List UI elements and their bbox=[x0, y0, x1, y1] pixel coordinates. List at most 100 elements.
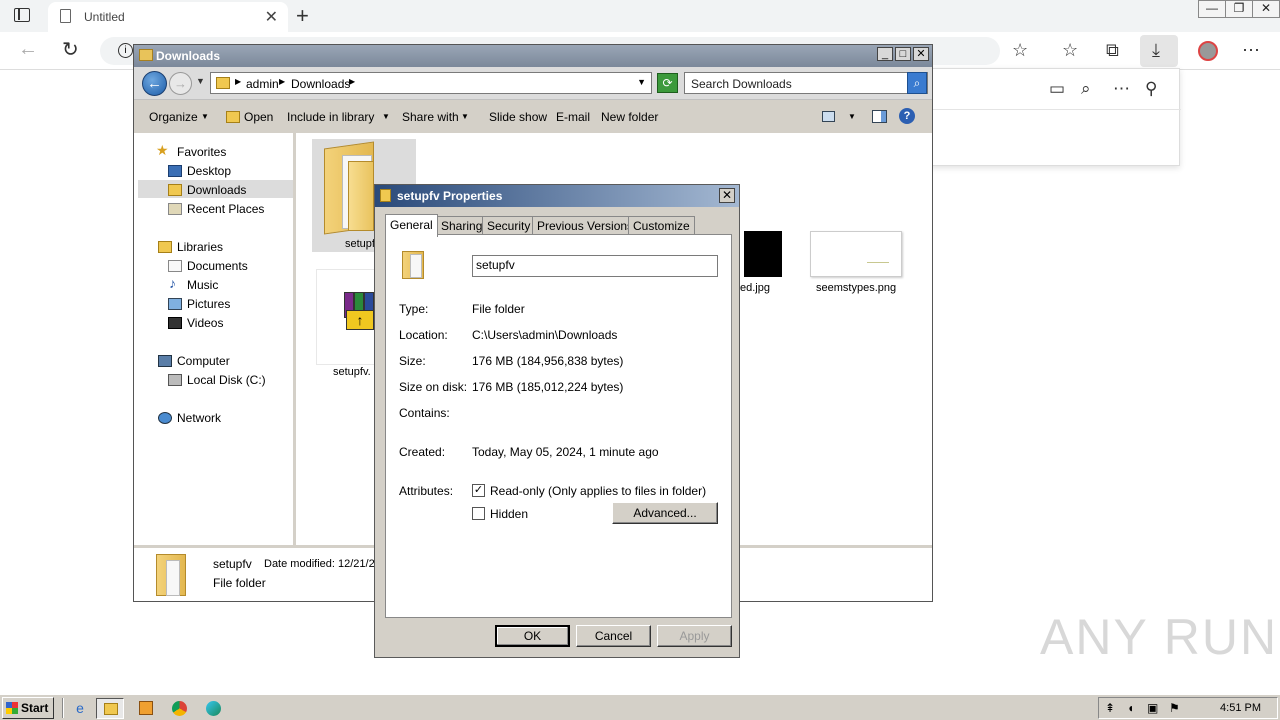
downloads-flyout: ▭ ⌕ ⋯ ⚲ bbox=[930, 68, 1181, 166]
nav-downloads[interactable]: Downloads bbox=[187, 183, 246, 197]
search-input[interactable]: Search Downloads ⌕ bbox=[684, 72, 928, 94]
advanced-button[interactable]: Advanced... bbox=[612, 502, 718, 524]
hidden-label[interactable]: Hidden bbox=[490, 507, 528, 521]
show-hidden-icons-icon[interactable]: ⇞ bbox=[1105, 701, 1115, 715]
help-icon[interactable]: ? bbox=[899, 108, 915, 124]
more-options-icon[interactable]: ⋯ bbox=[1113, 79, 1130, 99]
folder-name-field[interactable]: setupfv bbox=[472, 255, 718, 277]
collections-icon[interactable]: ⧉ bbox=[1106, 40, 1119, 61]
chevron-down-icon[interactable]: ▼ bbox=[382, 112, 390, 121]
file-name-archive[interactable]: setupfv. bbox=[333, 366, 371, 378]
open-button[interactable]: Open bbox=[244, 110, 273, 124]
tab-security[interactable]: Security bbox=[482, 216, 536, 235]
pin-icon[interactable]: ⚲ bbox=[1145, 79, 1157, 99]
more-icon[interactable]: ⋯ bbox=[1242, 40, 1260, 61]
nav-libraries[interactable]: Libraries bbox=[177, 240, 223, 254]
edge-icon[interactable] bbox=[200, 698, 228, 719]
back-button[interactable]: ← bbox=[142, 71, 167, 96]
file-name-jpg[interactable]: ed.jpg bbox=[740, 282, 770, 294]
chevron-down-icon[interactable]: ▼ bbox=[848, 112, 856, 121]
downloads-button[interactable]: ⤓ bbox=[1140, 35, 1178, 67]
share-with-button[interactable]: Share with bbox=[402, 110, 459, 124]
chrome-icon[interactable] bbox=[166, 698, 194, 719]
nav-network[interactable]: Network bbox=[177, 411, 221, 425]
favorites-icon[interactable]: ☆ bbox=[1062, 40, 1078, 61]
breadcrumb-admin[interactable]: admin bbox=[246, 77, 279, 91]
email-button[interactable]: E-mail bbox=[556, 110, 590, 124]
breadcrumb-downloads[interactable]: Downloads bbox=[291, 77, 350, 91]
slide-show-button[interactable]: Slide show bbox=[489, 110, 547, 124]
close-button[interactable]: ✕ bbox=[719, 188, 735, 203]
chevron-right-icon[interactable]: ▶ bbox=[235, 77, 241, 86]
refresh-button[interactable]: ⟳ bbox=[657, 73, 678, 93]
file-name-folder[interactable]: setupf bbox=[345, 238, 375, 250]
start-button[interactable]: Start bbox=[2, 697, 54, 719]
tab-customize[interactable]: Customize bbox=[628, 216, 695, 235]
add-favorite-icon[interactable]: ☆ bbox=[1012, 40, 1028, 61]
address-dropdown-icon[interactable]: ▼ bbox=[637, 77, 646, 87]
tab-general[interactable]: General bbox=[385, 214, 438, 237]
action-center-flag-icon[interactable]: ⚑ bbox=[1169, 701, 1180, 715]
close-tab-icon[interactable]: ✕ bbox=[265, 7, 278, 27]
chevron-down-icon[interactable]: ▼ bbox=[461, 112, 469, 121]
tab-previous-versions[interactable]: Previous Versions bbox=[532, 216, 639, 235]
archive-file-item[interactable]: ↑ bbox=[316, 269, 378, 365]
nav-documents[interactable]: Documents bbox=[187, 259, 248, 273]
restore-button[interactable]: ❐ bbox=[1225, 0, 1253, 18]
dialog-title: setupfv Properties bbox=[397, 189, 503, 203]
nav-local-disk[interactable]: Local Disk (C:) bbox=[187, 373, 266, 387]
nav-music[interactable]: Music bbox=[187, 278, 218, 292]
file-name-png[interactable]: seemstypes.png bbox=[816, 282, 896, 294]
change-view-icon[interactable] bbox=[822, 111, 835, 122]
nav-computer[interactable]: Computer bbox=[177, 354, 230, 368]
minimize-button[interactable]: — bbox=[1198, 0, 1226, 18]
info-icon[interactable]: i bbox=[118, 43, 133, 58]
profile-avatar[interactable] bbox=[1198, 41, 1218, 61]
new-folder-button[interactable]: New folder bbox=[601, 110, 658, 124]
media-player-icon[interactable] bbox=[132, 698, 160, 719]
apply-button[interactable]: Apply bbox=[657, 625, 732, 647]
ok-button[interactable]: OK bbox=[495, 625, 570, 647]
network-status-icon[interactable]: ▣ bbox=[1147, 701, 1158, 715]
nav-pictures[interactable]: Pictures bbox=[187, 297, 230, 311]
speaker-icon[interactable]: ◖ bbox=[1127, 701, 1134, 715]
tab-actions-icon[interactable] bbox=[14, 8, 30, 22]
readonly-checkbox[interactable]: ✓ bbox=[472, 484, 485, 497]
tab-sharing[interactable]: Sharing bbox=[436, 216, 488, 235]
maximize-button[interactable]: □ bbox=[895, 47, 911, 61]
image-thumbnail[interactable] bbox=[744, 231, 782, 277]
search-icon[interactable]: ⌕ bbox=[907, 72, 927, 94]
hidden-checkbox[interactable] bbox=[472, 507, 485, 520]
explorer-titlebar[interactable]: Downloads _ □ ✕ bbox=[134, 45, 932, 67]
image-thumbnail[interactable] bbox=[810, 231, 902, 277]
nav-favorites[interactable]: Favorites bbox=[177, 145, 226, 159]
back-icon[interactable]: ← bbox=[18, 38, 38, 61]
chevron-right-icon[interactable]: ▶ bbox=[349, 77, 355, 86]
address-box[interactable]: ▶ admin ▶ Downloads ▶ ▼ bbox=[210, 72, 652, 94]
preview-pane-icon[interactable] bbox=[872, 110, 887, 123]
recent-pages-dropdown[interactable]: ▼ bbox=[196, 76, 205, 86]
clock[interactable]: 4:51 PM bbox=[1220, 702, 1261, 714]
nav-desktop[interactable]: Desktop bbox=[187, 164, 231, 178]
nav-videos[interactable]: Videos bbox=[187, 316, 223, 330]
dialog-titlebar[interactable]: setupfv Properties ✕ bbox=[375, 185, 739, 207]
open-folder-icon[interactable]: ▭ bbox=[1049, 79, 1065, 99]
close-window-button[interactable]: ✕ bbox=[1252, 0, 1280, 18]
ie-icon[interactable]: e bbox=[66, 698, 94, 719]
new-tab-button[interactable]: + bbox=[296, 3, 309, 29]
organize-button[interactable]: Organize bbox=[149, 110, 198, 124]
refresh-icon[interactable]: ↻ bbox=[62, 37, 79, 62]
readonly-label[interactable]: Read-only (Only applies to files in fold… bbox=[490, 484, 706, 498]
include-in-library-button[interactable]: Include in library bbox=[287, 110, 374, 124]
forward-button[interactable]: → bbox=[169, 72, 192, 95]
chevron-right-icon[interactable]: ▶ bbox=[279, 77, 285, 86]
close-button[interactable]: ✕ bbox=[913, 47, 929, 61]
nav-recent-places[interactable]: Recent Places bbox=[187, 202, 264, 216]
cancel-button[interactable]: Cancel bbox=[576, 625, 651, 647]
folder-icon[interactable] bbox=[324, 141, 380, 235]
chevron-down-icon[interactable]: ▼ bbox=[201, 112, 209, 121]
minimize-button[interactable]: _ bbox=[877, 47, 893, 61]
explorer-taskbar-button[interactable] bbox=[96, 698, 124, 719]
search-icon[interactable]: ⌕ bbox=[1081, 79, 1091, 99]
browser-tab[interactable]: Untitled ✕ bbox=[48, 2, 288, 32]
